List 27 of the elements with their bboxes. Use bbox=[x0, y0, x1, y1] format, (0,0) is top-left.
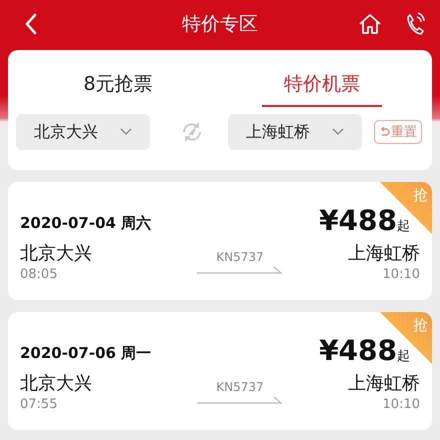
phone-icon[interactable] bbox=[406, 12, 426, 36]
departure-time: 07:55 bbox=[20, 397, 58, 412]
price: ¥488起 bbox=[319, 204, 410, 237]
page-title: 特价专区 bbox=[182, 13, 258, 35]
home-icon[interactable] bbox=[358, 13, 382, 35]
flight-date: 2020-07-06 周一 bbox=[20, 344, 152, 363]
arrival-city: 上海虹桥 bbox=[348, 242, 420, 265]
departure-city: 北京大兴 bbox=[20, 372, 92, 395]
badge-text: 抢 bbox=[413, 316, 428, 335]
arrival-time: 10:10 bbox=[382, 397, 420, 412]
back-button[interactable] bbox=[24, 13, 38, 35]
flight-number: KN5737 bbox=[216, 380, 264, 394]
chevron-down-icon bbox=[332, 128, 344, 136]
price: ¥488起 bbox=[319, 334, 410, 367]
departure-time: 08:05 bbox=[20, 267, 58, 282]
departure-select[interactable]: 北京大兴 bbox=[16, 114, 150, 150]
tab[interactable]: 特价机票 bbox=[220, 50, 424, 104]
tab[interactable]: 8元抢票 bbox=[16, 50, 220, 104]
departure-city: 北京大兴 bbox=[20, 242, 92, 265]
flight-date: 2020-07-04 周六 bbox=[20, 214, 152, 233]
arrival-select[interactable]: 上海虹桥 bbox=[228, 114, 362, 150]
arrival-time: 10:10 bbox=[382, 267, 420, 282]
flight-number: KN5737 bbox=[216, 250, 264, 264]
reset-icon bbox=[379, 126, 390, 138]
badge-text: 抢 bbox=[413, 186, 428, 205]
chevron-down-icon bbox=[120, 128, 132, 136]
arrival-city: 上海虹桥 bbox=[348, 372, 420, 395]
